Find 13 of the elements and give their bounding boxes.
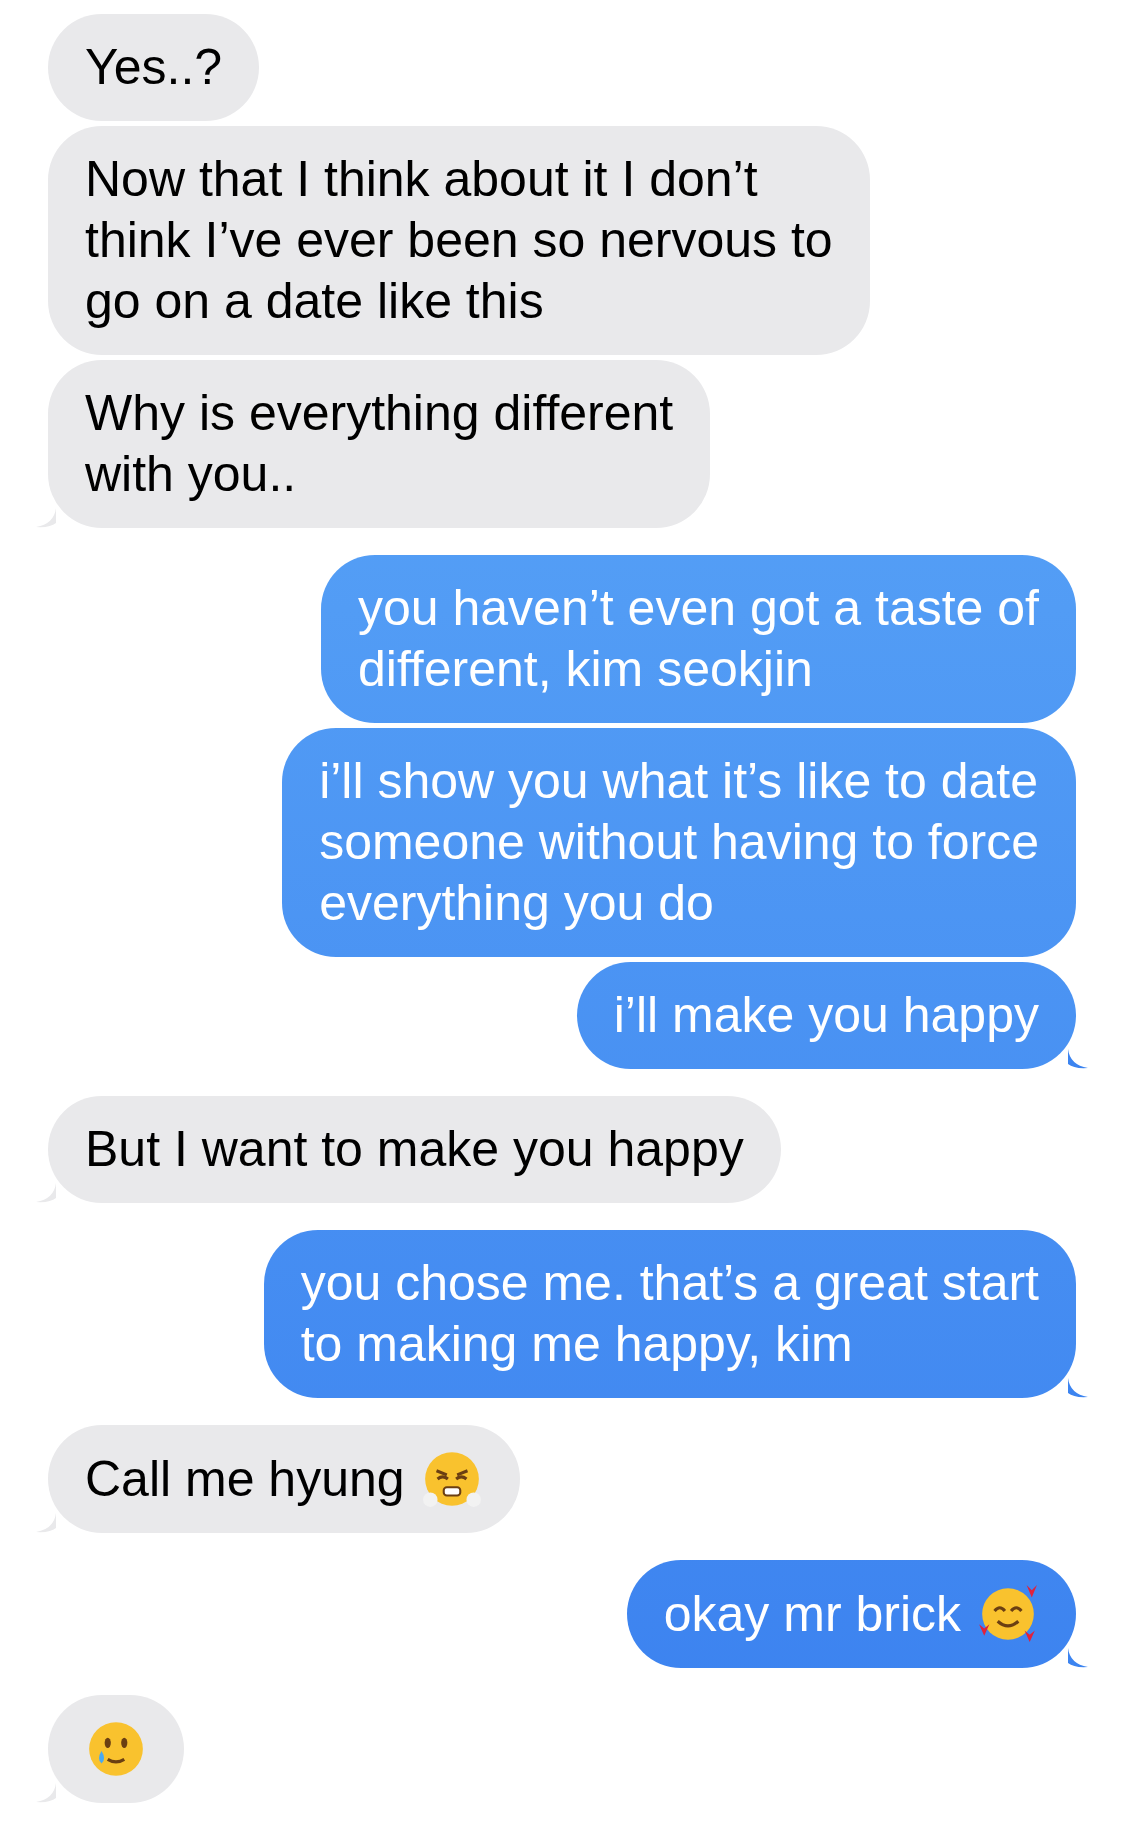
- message-text: okay mr brick: [663, 1584, 961, 1644]
- message-text: you haven’t even got a taste of different, kim seokjin: [357, 579, 1039, 699]
- message-text: But I want to make you happy: [85, 1120, 744, 1179]
- bubble-tail: [1068, 1648, 1088, 1668]
- message-text: you chose me. that’s a great start to making me happy, kim: [300, 1254, 1039, 1374]
- message-text: Call me hyung: [85, 1449, 405, 1509]
- message-text: Yes..?: [85, 38, 223, 97]
- message-text: i’ll show you what it’s like to date someone without having to force everything you do: [319, 752, 1039, 933]
- bubble-tail: [1068, 1378, 1088, 1398]
- message-text: i’ll make you happy: [613, 986, 1039, 1045]
- message-text: Now that I think about it I don’t think I’ve ever been so nervous to go on a date like this: [85, 150, 833, 331]
- message-text: Why is everything different with you..: [85, 384, 674, 504]
- bubble-tail: [1068, 1049, 1088, 1069]
